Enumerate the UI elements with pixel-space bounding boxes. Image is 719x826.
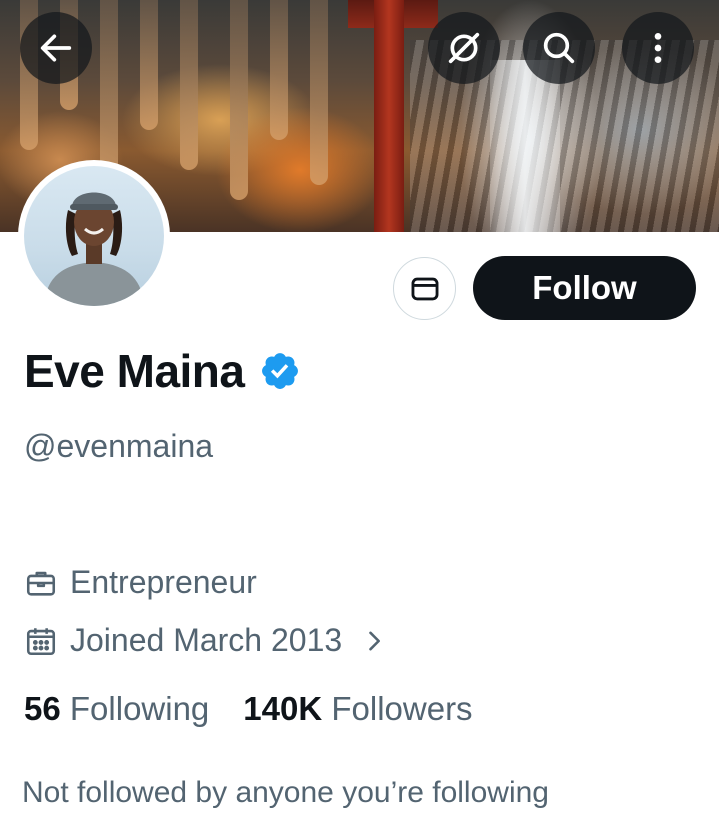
following-stat[interactable]: 56 Following xyxy=(24,690,209,728)
social-context-text: Not followed by anyone you’re following xyxy=(22,776,549,809)
grok-icon xyxy=(448,32,480,64)
chevron-right-icon xyxy=(369,631,381,650)
calendar-icon xyxy=(26,627,56,655)
following-label: Following xyxy=(69,690,210,727)
arrow-left-icon xyxy=(40,34,72,62)
avatar[interactable] xyxy=(18,160,170,312)
followers-count: 140K xyxy=(243,690,323,727)
display-name-row: Eve Maina xyxy=(24,344,301,398)
display-name: Eve Maina xyxy=(24,345,245,397)
occupation-row: Entrepreneur xyxy=(24,564,257,601)
avatar-photo xyxy=(24,166,164,306)
followers-stat[interactable]: 140K Followers xyxy=(243,690,472,728)
joined-text: Joined March 2013 xyxy=(70,622,343,658)
joined-row[interactable]: Joined March 2013 xyxy=(24,622,388,659)
follow-stats: 56 Following 140K Followers xyxy=(24,690,473,728)
envelope-icon xyxy=(411,277,438,300)
search-icon xyxy=(543,32,575,64)
following-count: 56 xyxy=(24,690,61,727)
followers-label: Followers xyxy=(331,690,473,727)
grok-button[interactable] xyxy=(428,12,500,84)
briefcase-icon xyxy=(26,571,56,596)
message-button[interactable] xyxy=(393,257,456,320)
search-button[interactable] xyxy=(523,12,595,84)
follow-button[interactable]: Follow xyxy=(473,256,696,320)
back-button[interactable] xyxy=(20,12,92,84)
more-vertical-icon xyxy=(654,33,662,63)
verified-badge-icon[interactable] xyxy=(259,350,301,392)
occupation-text: Entrepreneur xyxy=(70,564,257,600)
more-button[interactable] xyxy=(622,12,694,84)
handle: @evenmaina xyxy=(24,428,214,464)
